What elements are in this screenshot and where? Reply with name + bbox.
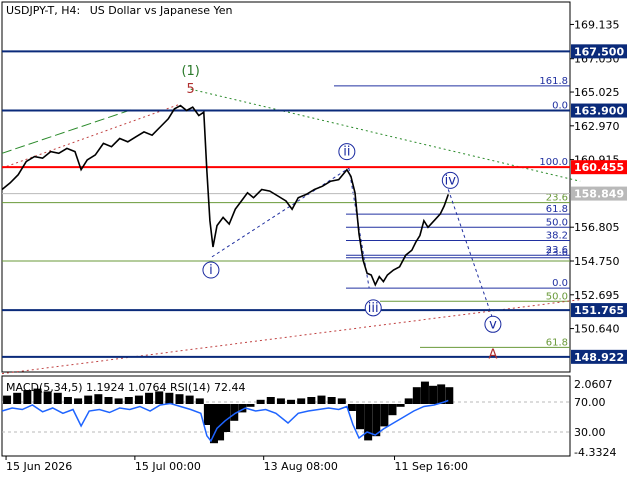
macd-histogram-bar bbox=[195, 398, 204, 404]
indicator-axis-label: 30.00 bbox=[574, 426, 606, 439]
wave-label: v bbox=[489, 317, 497, 332]
macd-histogram-bar bbox=[13, 392, 22, 404]
fib-retracement-label: 38.2 bbox=[546, 230, 568, 241]
wave-label: i bbox=[209, 263, 213, 278]
macd-histogram-bar bbox=[134, 395, 143, 404]
price-axis-label: 169.135 bbox=[574, 18, 620, 31]
fib-lower-label: 50.0 bbox=[546, 291, 568, 302]
wave-path-i-ii bbox=[211, 167, 350, 258]
price-level-label: 160.455 bbox=[574, 161, 624, 174]
price-axis-label: 165.025 bbox=[574, 86, 620, 99]
trend-line-red-dotted bbox=[1, 103, 181, 169]
fib-retracement-label: 50.0 bbox=[546, 217, 568, 228]
chart-header: USDJPY-T, H4: US Dollar vs Japanese Yen bbox=[6, 4, 232, 17]
macd-histogram-bar bbox=[94, 394, 103, 404]
fib-retracement-label: 0.0 bbox=[552, 278, 568, 289]
price-level-label: 167.500 bbox=[574, 45, 624, 58]
macd-histogram-bar bbox=[53, 392, 62, 404]
trend-line-green-dashed bbox=[1, 108, 135, 154]
macd-histogram-bar bbox=[388, 404, 397, 416]
macd-histogram-bar bbox=[74, 398, 83, 404]
macd-histogram-bar bbox=[337, 398, 346, 404]
price-level-label: 163.900 bbox=[574, 105, 624, 118]
price-axis-label: 156.805 bbox=[574, 221, 620, 234]
macd-histogram-bar bbox=[63, 397, 72, 404]
macd-histogram-bar bbox=[420, 381, 429, 404]
macd-histogram-bar bbox=[276, 398, 285, 404]
wave-label: 5 bbox=[187, 82, 195, 97]
main-panel-frame bbox=[1, 1, 571, 373]
price-level-label: 151.765 bbox=[574, 304, 624, 317]
macd-histogram-bar bbox=[145, 392, 154, 404]
fib-retracement-label: 61.8 bbox=[546, 204, 568, 215]
indicator-label: MACD(5,34,5) 1.1924 1.0764 RSI(14) 72.44 bbox=[6, 381, 245, 394]
macd-histogram-bar bbox=[347, 404, 356, 411]
price-level-label: 148.922 bbox=[574, 351, 624, 364]
macd-histogram-bar bbox=[356, 404, 365, 430]
macd-histogram-bar bbox=[317, 395, 326, 404]
macd-histogram-bar bbox=[412, 387, 421, 404]
macd-histogram-bar bbox=[256, 399, 265, 404]
macd-histogram-bar bbox=[175, 394, 184, 404]
time-axis-label: 15 Jun 2026 bbox=[6, 460, 72, 473]
fib-lower-label: 61.8 bbox=[546, 337, 568, 348]
price-axis-label: 152.695 bbox=[574, 289, 620, 302]
macd-histogram-bar bbox=[396, 404, 405, 407]
macd-histogram-bar bbox=[104, 397, 113, 404]
macd-histogram-bar bbox=[84, 395, 93, 404]
price-level-label: 158.849 bbox=[574, 188, 624, 201]
macd-histogram-bar bbox=[327, 397, 336, 404]
chart-symbol: USDJPY-T, H4: bbox=[6, 4, 81, 17]
macd-histogram-bar bbox=[266, 397, 275, 404]
time-axis-label: 11 Sep 16:00 bbox=[395, 460, 468, 473]
price-axis-label: 154.750 bbox=[574, 255, 620, 268]
macd-histogram-bar bbox=[429, 385, 438, 404]
macd-histogram-bar bbox=[165, 392, 174, 404]
macd-histogram-bar bbox=[364, 404, 373, 441]
wave-label: iii bbox=[368, 301, 379, 316]
macd-histogram-bar bbox=[114, 398, 123, 404]
wave-label: A bbox=[488, 348, 497, 363]
wave-label: ii bbox=[343, 145, 350, 160]
time-axis-label: 13 Aug 08:00 bbox=[264, 460, 338, 473]
fib-retracement-label: 23.6 bbox=[546, 193, 568, 204]
wave-label: (1) bbox=[181, 64, 199, 79]
macd-histogram-bar bbox=[437, 384, 446, 404]
price-axis-label: 150.640 bbox=[574, 323, 620, 336]
chart-description: US Dollar vs Japanese Yen bbox=[89, 4, 233, 17]
macd-histogram-bar bbox=[246, 404, 255, 407]
fib-retracement-label: 23.6 bbox=[546, 248, 568, 259]
price-axis-label: 162.970 bbox=[574, 120, 620, 133]
wave-path-iv-v bbox=[447, 189, 494, 320]
fib-extension-label: 161.8 bbox=[539, 76, 568, 87]
macd-histogram-bar bbox=[404, 398, 413, 404]
macd-histogram-bar bbox=[287, 399, 296, 404]
macd-histogram-bar bbox=[297, 398, 306, 404]
macd-histogram-bar bbox=[307, 397, 316, 404]
indicator-axis-label: 2.0607 bbox=[574, 378, 613, 391]
macd-histogram-bar bbox=[185, 395, 194, 404]
indicator-axis-label: 70.00 bbox=[574, 396, 606, 409]
chart-canvas: 169.135167.050165.025162.970160.915156.8… bbox=[1, 1, 627, 473]
macd-histogram-bar bbox=[124, 397, 133, 404]
indicator-axis-label: -4.3324 bbox=[574, 446, 616, 459]
wave-label: iv bbox=[445, 173, 457, 188]
macd-histogram-bar bbox=[380, 404, 389, 427]
time-axis-label: 15 Jul 00:00 bbox=[135, 460, 201, 473]
macd-histogram-bar bbox=[3, 395, 12, 404]
